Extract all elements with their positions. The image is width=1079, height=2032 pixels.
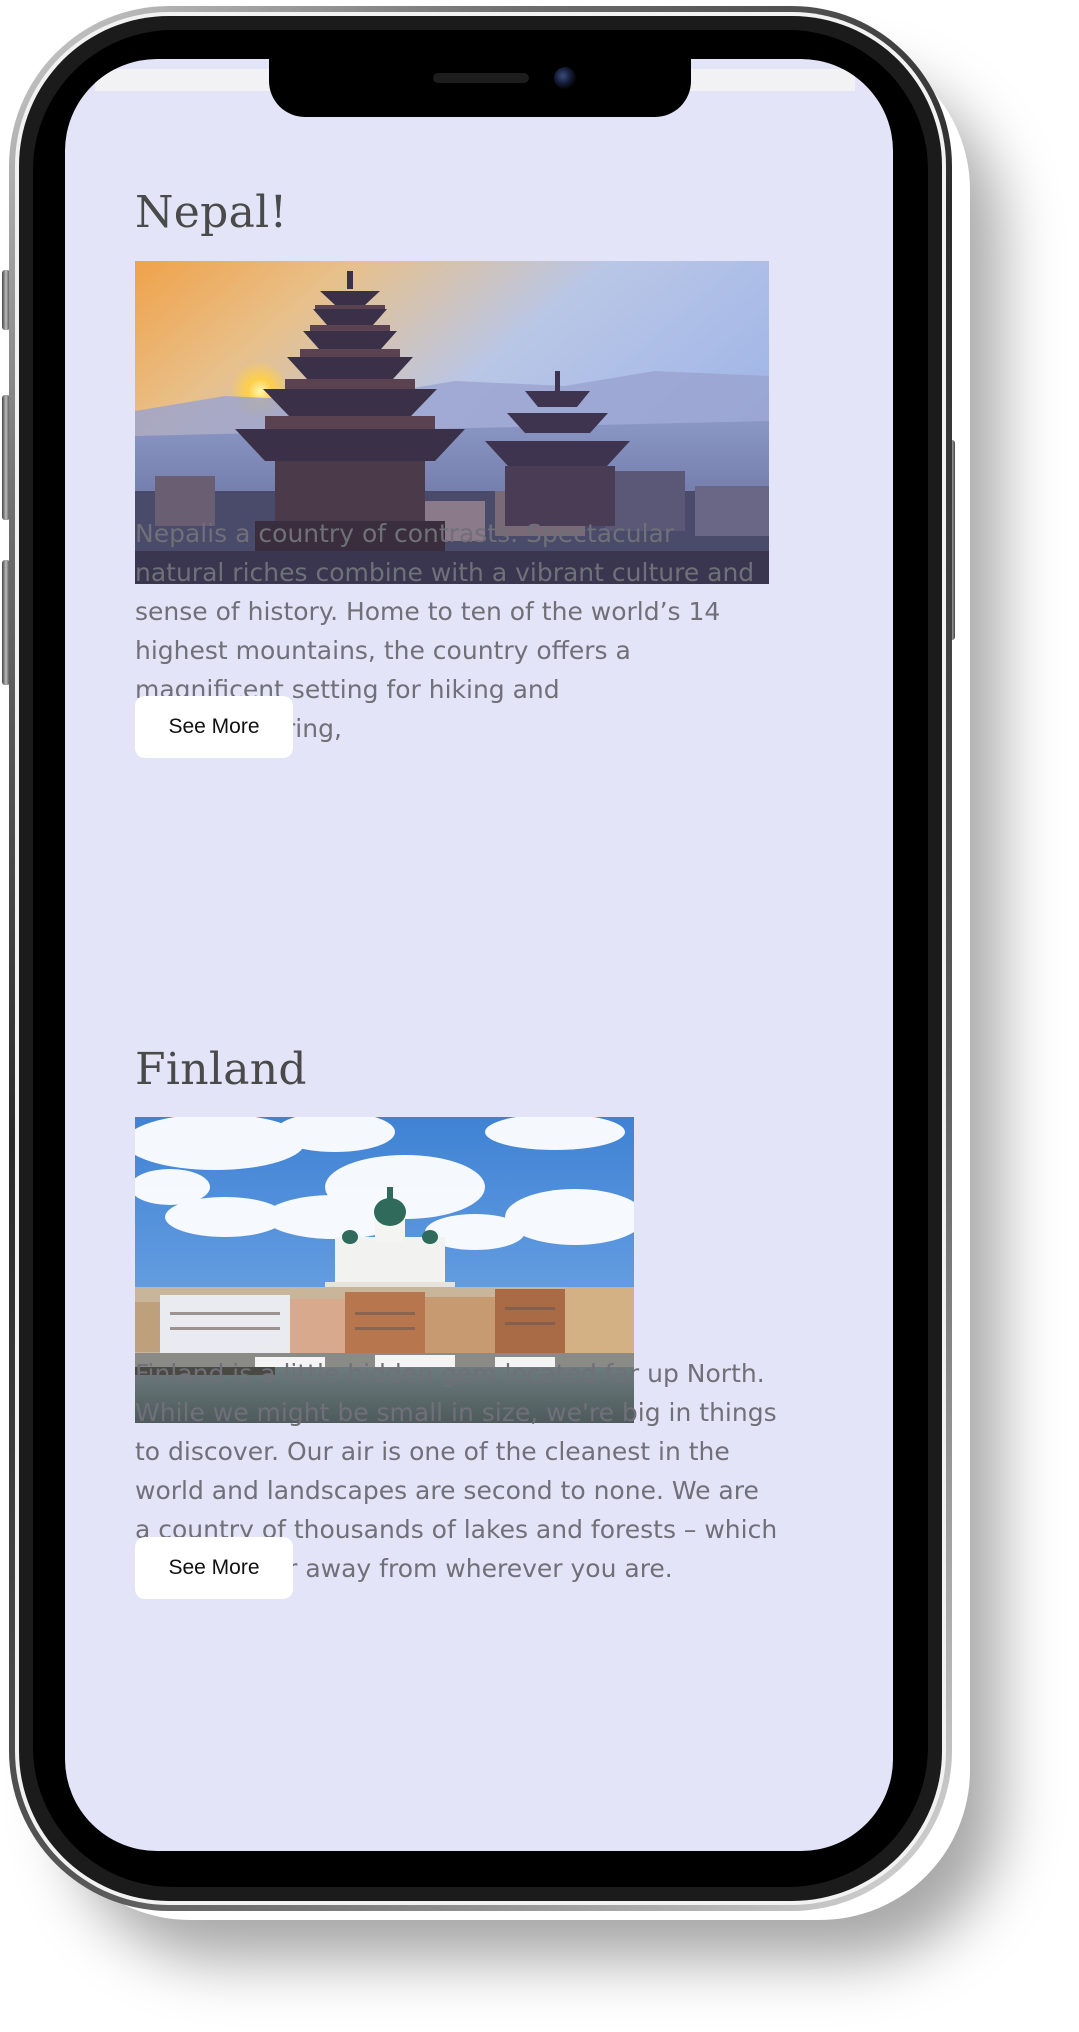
- see-more-button-finland[interactable]: See More: [135, 1537, 293, 1599]
- phone-screen[interactable]: Nepal! Nepalis a country of contrasts. S…: [65, 59, 893, 1851]
- speaker-grille: [433, 73, 529, 83]
- section-title: Nepal!: [135, 187, 288, 238]
- front-camera-icon: [554, 67, 576, 89]
- device-mockup: Nepal! Nepalis a country of contrasts. S…: [0, 0, 1079, 2032]
- see-more-button-nepal[interactable]: See More: [135, 696, 293, 758]
- destination-card-nepal: Nepal!: [135, 187, 775, 238]
- destination-card-finland: Finland: [135, 1044, 775, 1095]
- phone-notch: [269, 59, 691, 117]
- section-title: Finland: [135, 1044, 307, 1095]
